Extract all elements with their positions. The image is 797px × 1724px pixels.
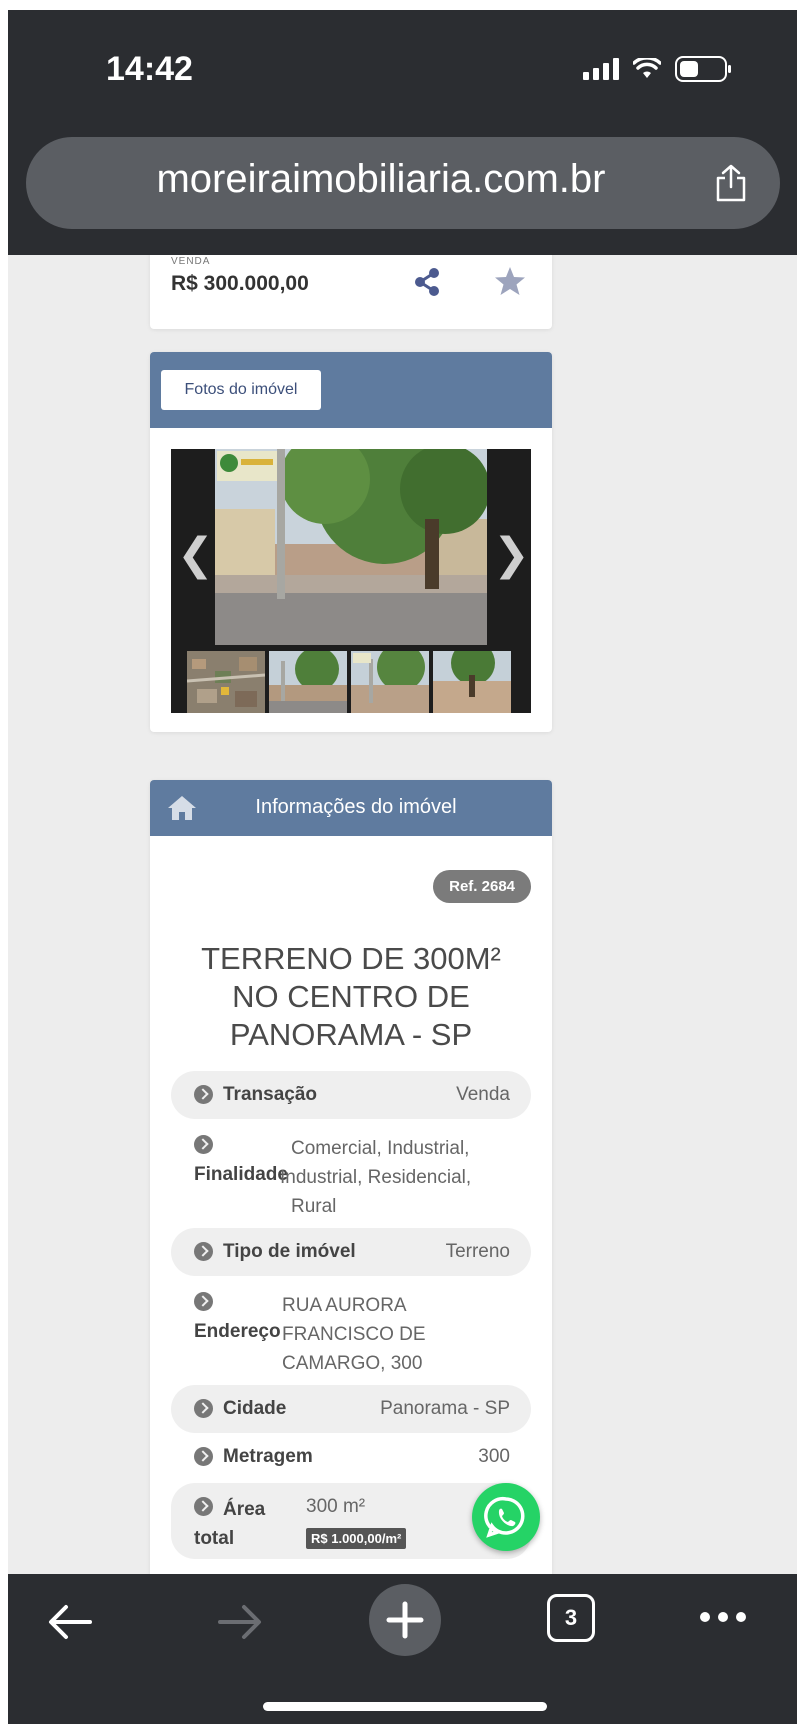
status-time: 14:42 bbox=[106, 50, 193, 88]
share-icon[interactable] bbox=[412, 267, 442, 297]
area-label: Área total bbox=[194, 1495, 265, 1553]
battery-icon bbox=[675, 56, 731, 82]
more-icon[interactable] bbox=[698, 1610, 748, 1624]
row-finalidade: Finalidade Comercial, Industrial, Indust… bbox=[171, 1125, 531, 1221]
chevron-circle-icon bbox=[194, 1135, 213, 1154]
area-label-line: Área bbox=[223, 1499, 266, 1520]
property-info-card: Informações do imóvel Ref. 2684 TERRENO … bbox=[150, 780, 552, 1584]
photos-button[interactable]: Fotos do imóvel bbox=[161, 370, 321, 410]
finalidade-value: Comercial, Industrial, Industrial, Resid… bbox=[280, 1134, 471, 1221]
photos-card: Fotos do imóvel ❮ ❯ bbox=[150, 352, 552, 732]
endereco-value-line: FRANCISCO DE bbox=[282, 1324, 426, 1345]
main-photo[interactable] bbox=[215, 449, 487, 645]
transaction-label: VENDA bbox=[171, 256, 211, 267]
area-value: 300 m² bbox=[306, 1496, 366, 1517]
tabs-count-button[interactable]: 3 bbox=[547, 1594, 595, 1642]
photos-header: Fotos do imóvel bbox=[150, 352, 552, 428]
finalidade-value-line: Comercial, Industrial, bbox=[291, 1138, 470, 1159]
finalidade-value-line: Industrial, Residencial, bbox=[280, 1167, 472, 1188]
whatsapp-icon[interactable] bbox=[472, 1483, 540, 1551]
finalidade-value-line: Rural bbox=[291, 1196, 337, 1217]
info-header: Informações do imóvel bbox=[150, 780, 552, 836]
thumbnail-4[interactable] bbox=[433, 651, 511, 713]
page-content: VENDA R$ 300.000,00 Fotos do imóvel ❮ ❯ … bbox=[8, 255, 797, 1584]
gallery-prev-icon[interactable]: ❮ bbox=[177, 529, 214, 580]
browser-bottom-bar: 3 bbox=[8, 1574, 797, 1724]
thumbnail-1[interactable] bbox=[187, 651, 265, 713]
whatsapp-button[interactable] bbox=[472, 1483, 540, 1551]
tipo-label: Tipo de imóvel bbox=[223, 1241, 356, 1262]
tipo-value: Terreno bbox=[445, 1241, 510, 1262]
info-header-title: Informações do imóvel bbox=[255, 796, 457, 818]
wifi-icon bbox=[633, 58, 661, 78]
back-icon[interactable] bbox=[46, 1602, 94, 1642]
property-title-line: NO CENTRO DE bbox=[232, 979, 470, 1014]
transacao-value: Venda bbox=[456, 1084, 510, 1105]
metragem-label: Metragem bbox=[223, 1446, 313, 1467]
property-title-line: PANORAMA - SP bbox=[229, 1017, 473, 1052]
chevron-circle-icon bbox=[194, 1447, 213, 1466]
endereco-value-line: RUA AURORA bbox=[282, 1295, 407, 1316]
endereco-value-line: CAMARGO, 300 bbox=[282, 1353, 423, 1374]
transacao-label: Transação bbox=[223, 1084, 317, 1105]
thumbnail-strip bbox=[187, 651, 511, 713]
photo-gallery[interactable]: ❮ ❯ bbox=[171, 449, 531, 713]
thumbnail-2[interactable] bbox=[269, 651, 347, 713]
endereco-value: RUA AURORA FRANCISCO DE CAMARGO, 300 bbox=[282, 1291, 426, 1378]
metragem-value: 300 bbox=[478, 1446, 510, 1467]
home-indicator bbox=[263, 1702, 547, 1711]
chevron-circle-icon bbox=[194, 1292, 213, 1311]
share-page-icon[interactable] bbox=[714, 163, 748, 203]
address-bar[interactable]: moreiraimobiliaria.com.br bbox=[26, 137, 780, 229]
row-metragem: Metragem 300 bbox=[171, 1435, 531, 1479]
forward-icon[interactable] bbox=[216, 1602, 264, 1642]
row-cidade: Cidade Panorama - SP bbox=[171, 1385, 531, 1433]
phone-screen: 14:42 moreiraimobiliaria.com.br VENDA R$… bbox=[8, 10, 797, 1724]
thumbnail-3[interactable] bbox=[351, 651, 429, 713]
chevron-circle-icon bbox=[194, 1085, 213, 1104]
row-transacao: Transação Venda bbox=[171, 1071, 531, 1119]
property-title-line: TERRENO DE 300M² bbox=[201, 941, 501, 976]
finalidade-label: Finalidade bbox=[194, 1164, 288, 1185]
url-text[interactable]: moreiraimobiliaria.com.br bbox=[26, 157, 706, 202]
cidade-label: Cidade bbox=[223, 1398, 287, 1419]
star-icon[interactable] bbox=[494, 265, 526, 297]
status-icons bbox=[583, 56, 731, 82]
price-card: VENDA R$ 300.000,00 bbox=[150, 255, 552, 329]
cellular-signal-icon bbox=[583, 58, 619, 80]
chevron-circle-icon bbox=[194, 1242, 213, 1261]
property-title: TERRENO DE 300M² NO CENTRO DE PANORAMA -… bbox=[150, 940, 552, 1054]
price-value: R$ 300.000,00 bbox=[171, 272, 309, 295]
ref-badge: Ref. 2684 bbox=[433, 870, 531, 903]
browser-top-bar: 14:42 moreiraimobiliaria.com.br bbox=[8, 10, 797, 255]
gallery-next-icon[interactable]: ❯ bbox=[493, 529, 530, 580]
cidade-value: Panorama - SP bbox=[380, 1398, 510, 1419]
row-tipo: Tipo de imóvel Terreno bbox=[171, 1228, 531, 1276]
endereco-label: Endereço bbox=[194, 1321, 281, 1342]
new-tab-button[interactable] bbox=[369, 1584, 441, 1656]
price-per-m2-badge: R$ 1.000,00/m² bbox=[306, 1528, 407, 1549]
plus-icon[interactable] bbox=[369, 1584, 441, 1656]
row-endereco: Endereço RUA AURORA FRANCISCO DE CAMARGO… bbox=[171, 1282, 531, 1378]
chevron-circle-icon bbox=[194, 1399, 213, 1418]
area-label-line: total bbox=[194, 1528, 235, 1549]
